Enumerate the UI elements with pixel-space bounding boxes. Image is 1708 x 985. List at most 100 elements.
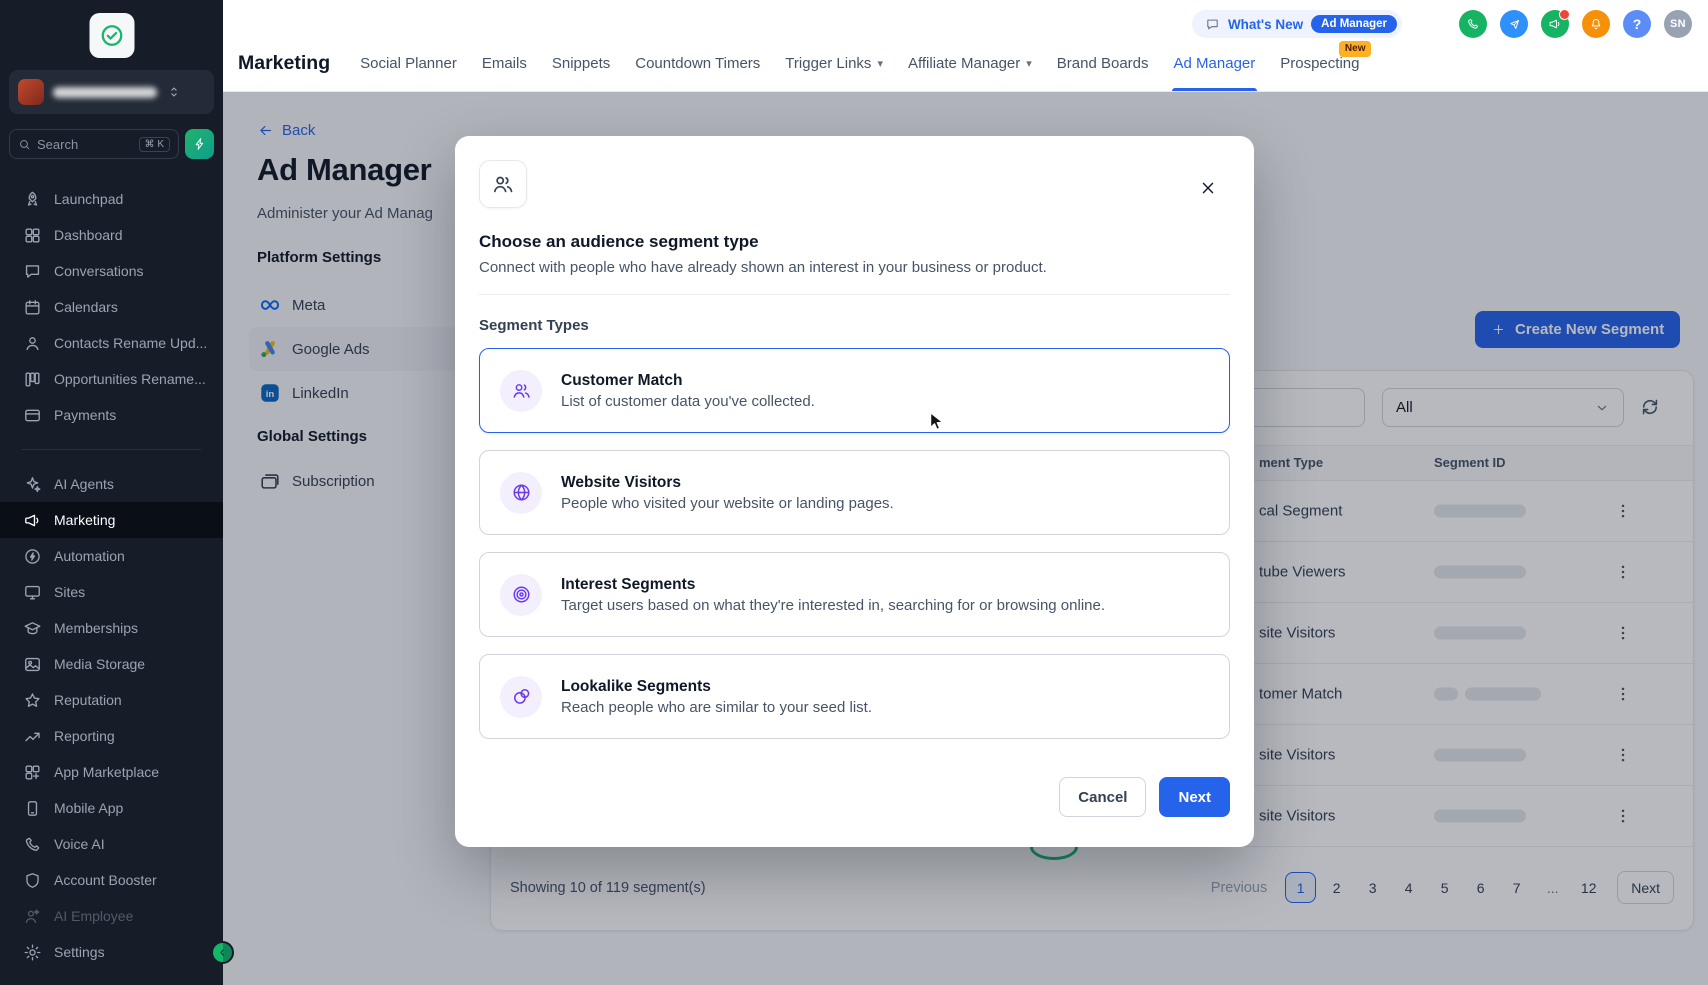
tab-prospecting[interactable]: Prospecting New bbox=[1280, 35, 1359, 91]
segment-option-texts: Customer Match List of customer data you… bbox=[561, 372, 815, 410]
ai-quick-button[interactable] bbox=[185, 129, 214, 159]
section-title: Marketing bbox=[238, 52, 330, 75]
tab-ad-manager[interactable]: Ad Manager bbox=[1174, 35, 1256, 91]
sidebar-item-account-booster[interactable]: Account Booster bbox=[0, 862, 223, 898]
sidebar-item-mobile-app[interactable]: Mobile App bbox=[0, 790, 223, 826]
people-icon bbox=[500, 370, 542, 412]
phone-button[interactable] bbox=[1459, 10, 1487, 38]
calendar-icon bbox=[23, 298, 42, 317]
segment-types-label: Segment Types bbox=[479, 317, 1230, 334]
new-badge: New bbox=[1339, 41, 1372, 57]
sidebar-item-launchpad[interactable]: Launchpad bbox=[0, 181, 223, 217]
sidebar-item-dashboard[interactable]: Dashboard bbox=[0, 217, 223, 253]
sidebar-item-ai-agents[interactable]: AI Agents bbox=[0, 466, 223, 502]
whats-new-label: What's New bbox=[1228, 17, 1303, 32]
user-icon bbox=[23, 334, 42, 353]
segment-option-texts: Lookalike Segments Reach people who are … bbox=[561, 678, 872, 716]
quick-send-button[interactable] bbox=[1500, 10, 1528, 38]
sidebar-item-payments[interactable]: Payments bbox=[0, 397, 223, 433]
sidebar-item-memberships[interactable]: Memberships bbox=[0, 610, 223, 646]
mobile-icon bbox=[23, 799, 42, 818]
segment-type-modal: Choose an audience segment type Connect … bbox=[455, 136, 1254, 847]
star-icon bbox=[23, 691, 42, 710]
logo-check-icon bbox=[98, 22, 125, 49]
tab-brand-boards[interactable]: Brand Boards bbox=[1057, 35, 1149, 91]
send-icon bbox=[1508, 18, 1521, 31]
segment-option-texts: Website Visitors People who visited your… bbox=[561, 474, 894, 512]
sidebar-item-automation[interactable]: Automation bbox=[0, 538, 223, 574]
person-sparkle-icon bbox=[23, 907, 42, 926]
tab-affiliate-manager[interactable]: Affiliate Manager bbox=[908, 35, 1032, 91]
notifications-button[interactable] bbox=[1582, 10, 1610, 38]
help-button[interactable]: ? bbox=[1623, 10, 1651, 38]
sidebar-item-voice-ai[interactable]: Voice AI bbox=[0, 826, 223, 862]
user-avatar[interactable]: SN bbox=[1664, 10, 1692, 38]
sidebar-item-app-marketplace[interactable]: App Marketplace bbox=[0, 754, 223, 790]
grid-icon bbox=[23, 226, 42, 245]
chat-icon bbox=[23, 262, 42, 281]
next-button[interactable]: Next bbox=[1159, 777, 1230, 817]
segment-option-texts: Interest Segments Target users based on … bbox=[561, 576, 1105, 614]
close-icon bbox=[1198, 178, 1218, 198]
bolt-icon bbox=[193, 137, 207, 151]
gear-icon bbox=[23, 943, 42, 962]
segment-option-website-visitors[interactable]: Website Visitors People who visited your… bbox=[479, 450, 1230, 535]
workspace-name-redacted bbox=[53, 87, 157, 98]
sidebar-item-contacts-rename-upd[interactable]: Contacts Rename Upd... bbox=[0, 325, 223, 361]
divider bbox=[479, 294, 1230, 295]
megaphone-icon bbox=[1548, 17, 1562, 31]
target-icon bbox=[500, 574, 542, 616]
segment-options: Customer Match List of customer data you… bbox=[479, 348, 1230, 739]
announcements-button[interactable] bbox=[1541, 10, 1569, 38]
sidebar-navigation: Launchpad Dashboard Conversations Calend… bbox=[0, 181, 223, 934]
image-icon bbox=[23, 655, 42, 674]
segment-option-interest-segments[interactable]: Interest Segments Target users based on … bbox=[479, 552, 1230, 637]
phone-icon bbox=[23, 835, 42, 854]
whats-new-pill[interactable]: What's New Ad Manager bbox=[1192, 10, 1402, 38]
sidebar-nav-primary: Launchpad Dashboard Conversations Calend… bbox=[0, 181, 223, 433]
sidebar-item-opportunities-rename[interactable]: Opportunities Rename... bbox=[0, 361, 223, 397]
sidebar-item-calendars[interactable]: Calendars bbox=[0, 289, 223, 325]
segment-option-lookalike-segments[interactable]: Lookalike Segments Reach people who are … bbox=[479, 654, 1230, 739]
kanban-icon bbox=[23, 370, 42, 389]
sidebar-divider bbox=[22, 449, 201, 450]
bolt-circle-icon bbox=[23, 547, 42, 566]
segment-option-customer-match[interactable]: Customer Match List of customer data you… bbox=[479, 348, 1230, 433]
tab-emails[interactable]: Emails bbox=[482, 35, 527, 91]
ad-manager-badge: Ad Manager bbox=[1311, 15, 1397, 33]
users-icon bbox=[491, 172, 515, 196]
sidebar-item-marketing[interactable]: Marketing bbox=[0, 502, 223, 538]
close-button[interactable] bbox=[1194, 174, 1222, 202]
sidebar-item-reputation[interactable]: Reputation bbox=[0, 682, 223, 718]
sidebar-item-media-storage[interactable]: Media Storage bbox=[0, 646, 223, 682]
sidebar-search[interactable]: ⌘ K bbox=[9, 129, 179, 159]
top-nav-actions: What's New Ad Manager ? SN bbox=[1192, 10, 1692, 38]
tab-countdown-timers[interactable]: Countdown Timers bbox=[635, 35, 760, 91]
sidebar-item-conversations[interactable]: Conversations bbox=[0, 253, 223, 289]
chevron-updown-icon bbox=[166, 84, 182, 100]
workspace-selector[interactable] bbox=[9, 70, 214, 114]
sidebar-item-sites[interactable]: Sites bbox=[0, 574, 223, 610]
sidebar-nav-secondary: AI Agents Marketing Automation Sites Mem… bbox=[0, 466, 223, 934]
modal-footer: Cancel Next bbox=[479, 777, 1230, 817]
sparkle-icon bbox=[23, 475, 42, 494]
tab-snippets[interactable]: Snippets bbox=[552, 35, 610, 91]
nav-tabs: Social Planner Emails Snippets Countdown… bbox=[360, 35, 1359, 91]
cap-icon bbox=[23, 619, 42, 638]
modal-header-icon-box bbox=[479, 160, 527, 208]
tab-trigger-links[interactable]: Trigger Links bbox=[785, 35, 883, 91]
avatar-initials: SN bbox=[1670, 18, 1686, 30]
cancel-button[interactable]: Cancel bbox=[1059, 777, 1146, 817]
tab-social-planner[interactable]: Social Planner bbox=[360, 35, 457, 91]
sidebar-item-reporting[interactable]: Reporting bbox=[0, 718, 223, 754]
grid-plus-icon bbox=[23, 763, 42, 782]
search-shortcut: ⌘ K bbox=[139, 137, 170, 152]
search-input[interactable] bbox=[37, 137, 133, 152]
sidebar-item-ai-employee[interactable]: AI Employee bbox=[0, 898, 223, 934]
question-mark: ? bbox=[1633, 16, 1642, 32]
bell-icon bbox=[1589, 17, 1603, 31]
rocket-icon bbox=[23, 190, 42, 209]
sidebar-item-settings[interactable]: Settings bbox=[0, 934, 223, 970]
globe-icon bbox=[500, 472, 542, 514]
app-logo bbox=[89, 13, 134, 58]
